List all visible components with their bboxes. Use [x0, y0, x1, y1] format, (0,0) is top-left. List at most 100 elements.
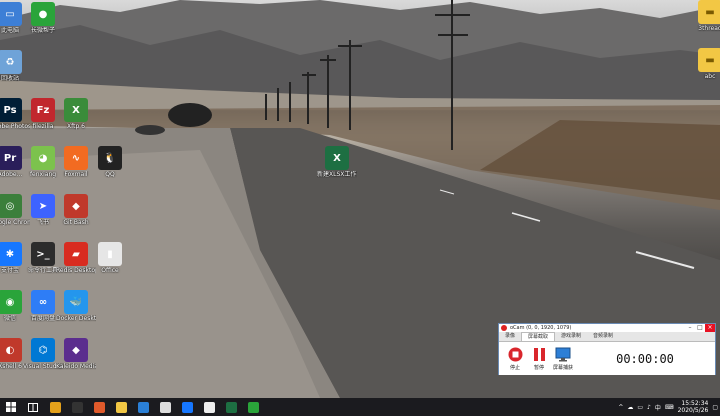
media-taskbar-button[interactable]: [154, 398, 176, 416]
tab-game-record[interactable]: 游戏录制: [555, 332, 587, 341]
cloud-icon[interactable]: ☁: [627, 404, 633, 411]
clock-time: 15:52:34: [681, 400, 709, 407]
media-taskbar-icon: [159, 401, 171, 413]
ocam-window[interactable]: oCam (0, 0, 1920, 1079) – □ × 录像 屏幕截取 游戏…: [498, 323, 716, 375]
pause-button[interactable]: 暂停: [527, 347, 551, 371]
xlsx-file-icon[interactable]: X 新建XLSX工作表: [317, 146, 357, 178]
ime-indicator[interactable]: 中: [655, 403, 661, 412]
photoshop-icon: Ps: [0, 98, 22, 122]
desktop-icon[interactable]: ◆ Git Bash: [56, 194, 96, 226]
recycle-icon: ♻: [0, 50, 22, 74]
notification-icon[interactable]: ▢: [712, 404, 718, 411]
premiere-icon: Pr: [0, 146, 22, 170]
tray-up-icon[interactable]: ^: [618, 404, 623, 411]
stop-button[interactable]: 停止: [503, 347, 527, 371]
terminal-icon: >_: [31, 242, 55, 266]
windows-icon: [6, 402, 16, 412]
desktop-icon-label: Git Bash: [63, 219, 89, 226]
record-timer: 00:00:00: [616, 351, 674, 366]
task-view-icon: [28, 402, 38, 412]
clock[interactable]: 15:52:34 2020/5/26: [678, 400, 709, 414]
fenxiang-icon: ◕: [31, 146, 55, 170]
folder-abc[interactable]: ▬ abc: [690, 48, 720, 80]
folder-3thread[interactable]: ▬ 3thread: [690, 0, 720, 32]
desktop-icon[interactable]: ● 长微帮子: [23, 2, 63, 34]
network-icon[interactable]: ▭: [637, 404, 643, 411]
folder-abc-label: abc: [704, 73, 716, 80]
folder-3thread-label: 3thread: [698, 25, 720, 32]
alipay-taskbar-button[interactable]: [176, 398, 198, 416]
keyboard-icon[interactable]: ⌨: [665, 404, 674, 411]
capture-button[interactable]: 屏幕捕获: [551, 347, 575, 371]
desktop-icon-label: Office: [101, 267, 119, 274]
ocam-titlebar[interactable]: oCam (0, 0, 1920, 1079) – □ ×: [499, 324, 715, 332]
desktop-icon[interactable]: ▮ Office: [90, 242, 130, 274]
alipay-icon: ✱: [0, 242, 22, 266]
desktop-icon[interactable]: ◆ Kaleido Media: [56, 338, 96, 370]
desktop-icon-label: Docker Desktop: [56, 315, 96, 322]
stop-icon: [507, 347, 523, 362]
excel-taskbar-icon: [225, 401, 237, 413]
fox-taskbar-button[interactable]: [88, 398, 110, 416]
ocam-taskbar-button[interactable]: [198, 398, 220, 416]
close-icon[interactable]: ×: [705, 324, 715, 332]
baidu-pan-icon: ∞: [31, 290, 55, 314]
terminal-taskbar-button[interactable]: [66, 398, 88, 416]
docker-icon: 🐳: [64, 290, 88, 314]
folder-icon: ▬: [698, 48, 720, 72]
此电脑-icon: ▭: [0, 2, 22, 26]
filezilla-icon: Fz: [31, 98, 55, 122]
app-taskbar-button[interactable]: [132, 398, 154, 416]
shell-icon: ◐: [0, 338, 22, 362]
tab-audio-record[interactable]: 音频录制: [587, 332, 619, 341]
vscode-icon: ⌬: [31, 338, 55, 362]
stop-label: 停止: [509, 364, 520, 371]
redis-icon: ▰: [64, 242, 88, 266]
desktop-icon[interactable]: X Xftp 6: [56, 98, 96, 130]
system-tray: ^ ☁ ▭ ♪ 中 ⌨ 15:52:34 2020/5/26 ▢: [618, 398, 718, 416]
wechat-taskbar-icon: [247, 401, 259, 413]
terminal-taskbar-icon: [71, 401, 83, 413]
ocam-logo-icon: [501, 325, 507, 331]
desktop-icon-label: QQ: [105, 171, 115, 178]
capture-icon: [555, 347, 571, 362]
excel-icon: X: [325, 146, 349, 170]
folder-taskbar-button[interactable]: [110, 398, 132, 416]
chrome-like-icon: ◎: [0, 194, 22, 218]
capture-label: 屏幕捕获: [552, 364, 573, 371]
wechat-icon: ●: [31, 2, 55, 26]
xampp-icon: ◆: [64, 338, 88, 362]
task-view-button[interactable]: [22, 398, 44, 416]
pause-icon: [531, 347, 547, 362]
xftp-icon: X: [64, 98, 88, 122]
tab-screen-capture[interactable]: 屏幕截取: [521, 332, 556, 341]
qq-icon: 🐧: [98, 146, 122, 170]
taskbar: ^ ☁ ▭ ♪ 中 ⌨ 15:52:34 2020/5/26 ▢: [0, 398, 720, 416]
minimize-icon[interactable]: –: [685, 324, 695, 332]
ocam-title: oCam (0, 0, 1920, 1079): [510, 325, 572, 331]
excel-taskbar-button[interactable]: [220, 398, 242, 416]
ocam-taskbar-icon: [203, 401, 215, 413]
desktop-icon[interactable]: 🐳Docker Desktop: [56, 290, 96, 322]
pause-label: 暂停: [533, 364, 544, 371]
wechat-taskbar-button[interactable]: [242, 398, 264, 416]
tab-record[interactable]: 录像: [499, 332, 521, 341]
alipay-taskbar-icon: [181, 401, 193, 413]
start-button[interactable]: [0, 398, 22, 416]
folder-taskbar-icon: [115, 401, 127, 413]
volume-icon[interactable]: ♪: [647, 404, 651, 411]
desktop-icon[interactable]: 🐧 QQ: [90, 146, 130, 178]
clock-date: 2020/5/26: [677, 407, 709, 414]
ocam-tabs: 录像 屏幕截取 游戏录制 音频录制: [499, 332, 715, 342]
app-taskbar-icon: [137, 401, 149, 413]
desktop: ▭此电脑●长微帮子♻回收站PsAdobe Photosh...Fzfilezil…: [0, 0, 720, 416]
chrome-taskbar-icon: [49, 401, 61, 413]
office-icon: ▮: [98, 242, 122, 266]
desktop-icon[interactable]: ♻ 回收站: [0, 50, 30, 82]
maximize-icon[interactable]: □: [695, 324, 705, 332]
folder-icon: ▬: [698, 0, 720, 24]
chrome-taskbar-button[interactable]: [44, 398, 66, 416]
taskbar-apps: [44, 398, 264, 416]
xlsx-file-label: 新建XLSX工作表: [317, 171, 357, 178]
fox-taskbar-icon: [93, 401, 105, 413]
